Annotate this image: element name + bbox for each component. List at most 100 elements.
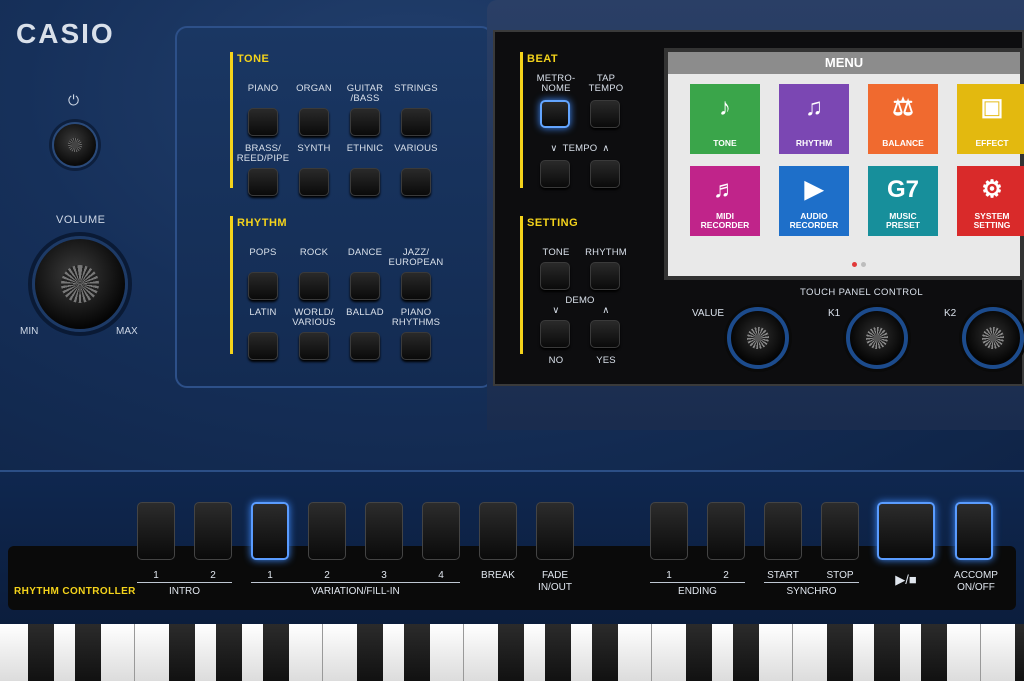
variation-1-label: 1	[267, 570, 273, 581]
tone-button[interactable]	[248, 108, 278, 136]
tone-button-label: STRINGS	[394, 83, 438, 94]
black-key[interactable]	[263, 624, 289, 681]
accomp-label: ACCOMP ON/OFF	[954, 570, 998, 593]
power-button[interactable]	[52, 122, 98, 168]
volume-knob[interactable]	[32, 236, 128, 332]
black-key[interactable]	[874, 624, 900, 681]
variation-3-label: 3	[381, 570, 387, 581]
menu-tile-label: SYSTEM SETTING	[973, 211, 1011, 230]
menu-tile[interactable]: ⚙ SYSTEM SETTING	[957, 166, 1024, 236]
midi-recorder-icon: ♬	[713, 176, 737, 203]
fade-button[interactable]	[536, 502, 574, 560]
rhythm-button[interactable]	[401, 272, 431, 300]
value-knob[interactable]	[727, 307, 789, 369]
metronome-button[interactable]	[540, 100, 570, 128]
black-key[interactable]	[169, 624, 195, 681]
audio-recorder-icon: ▶	[804, 176, 824, 203]
tap-tempo-label: TAP TEMPO	[588, 73, 624, 94]
tempo-down-button[interactable]	[540, 160, 570, 188]
variation-2-button[interactable]	[308, 502, 346, 560]
ending-1-label: 1	[666, 570, 672, 581]
ending-bracket	[650, 582, 745, 583]
black-key[interactable]	[686, 624, 712, 681]
black-key[interactable]	[827, 624, 853, 681]
menu-tile-label: BALANCE	[882, 138, 924, 148]
variation-3-button[interactable]	[365, 502, 403, 560]
intro-1-button[interactable]	[137, 502, 175, 560]
menu-tile[interactable]: G7 MUSIC PRESET	[868, 166, 938, 236]
rhythm-button[interactable]	[401, 332, 431, 360]
volume-label: VOLUME	[56, 214, 106, 226]
music-preset-icon: G7	[886, 176, 919, 203]
variation-4-button[interactable]	[422, 502, 460, 560]
tone-button[interactable]	[401, 108, 431, 136]
menu-tile[interactable]: ▶ AUDIO RECORDER	[779, 166, 849, 236]
black-key[interactable]	[357, 624, 383, 681]
black-key[interactable]	[1015, 624, 1024, 681]
black-key[interactable]	[216, 624, 242, 681]
menu-tile[interactable]: ♬ MIDI RECORDER	[690, 166, 760, 236]
tone-button[interactable]	[401, 168, 431, 196]
drum-icon: ♫	[805, 94, 823, 121]
menu-tile[interactable]: ♪ TONE	[690, 84, 760, 154]
black-key[interactable]	[404, 624, 430, 681]
black-key[interactable]	[28, 624, 54, 681]
tone-button[interactable]	[299, 168, 329, 196]
menu-tile[interactable]: ▣ EFFECT	[957, 84, 1024, 154]
ending-2-button[interactable]	[707, 502, 745, 560]
rhythm-button[interactable]	[350, 272, 380, 300]
setting-tone-button[interactable]	[540, 262, 570, 290]
power-icon: ⏻	[68, 92, 80, 108]
keyboard-keys	[0, 624, 1024, 681]
tone-button[interactable]	[248, 168, 278, 196]
menu-tile-label: TONE	[713, 138, 737, 148]
rhythm-button[interactable]	[248, 332, 278, 360]
synchro-stop-button[interactable]	[821, 502, 859, 560]
tone-button-label: VARIOUS	[394, 143, 438, 154]
menu-tile-label: EFFECT	[975, 138, 1009, 148]
accomp-button[interactable]	[955, 502, 993, 560]
yes-button[interactable]	[590, 320, 620, 348]
setting-group-bar	[520, 216, 523, 354]
tempo-up-button[interactable]	[590, 160, 620, 188]
intro-1-label: 1	[153, 570, 159, 581]
touch-screen: MENU ♪ TONE ♫ RHYTHM ⚖ BALANCE ▣ EFFECT ♬ MIDI RE…	[664, 48, 1024, 280]
black-key[interactable]	[498, 624, 524, 681]
rhythm-button[interactable]	[299, 272, 329, 300]
black-key[interactable]	[921, 624, 947, 681]
variation-4-label: 4	[438, 570, 444, 581]
tone-button[interactable]	[350, 108, 380, 136]
ending-1-button[interactable]	[650, 502, 688, 560]
rhythm-button[interactable]	[350, 332, 380, 360]
black-key[interactable]	[545, 624, 571, 681]
synchro-start-button[interactable]	[764, 502, 802, 560]
menu-tile[interactable]: ♫ RHYTHM	[779, 84, 849, 154]
play-stop-button[interactable]	[877, 502, 935, 560]
play-stop-icon: ▶/■	[895, 572, 917, 587]
yes-label: YES	[596, 355, 616, 366]
intro-2-button[interactable]	[194, 502, 232, 560]
k2-knob[interactable]	[962, 307, 1024, 369]
black-key[interactable]	[75, 624, 101, 681]
setting-rhythm-button[interactable]	[590, 262, 620, 290]
setting-rhythm-label: RHYTHM	[585, 247, 627, 258]
black-key[interactable]	[733, 624, 759, 681]
tone-title: TONE	[237, 53, 270, 65]
menu-tile[interactable]: ⚖ BALANCE	[868, 84, 938, 154]
rhythm-button[interactable]	[299, 332, 329, 360]
balance-icon: ⚖	[892, 94, 914, 121]
tempo-up-arrow: ∧	[602, 143, 610, 154]
effect-icon: ▣	[980, 94, 1004, 121]
tone-button[interactable]	[299, 108, 329, 136]
gear-icon: ⚙	[981, 176, 1003, 203]
black-key[interactable]	[592, 624, 618, 681]
tap-tempo-button[interactable]	[590, 100, 620, 128]
rhythm-group-bar	[230, 216, 233, 354]
tone-button[interactable]	[350, 168, 380, 196]
break-button[interactable]	[479, 502, 517, 560]
variation-1-button[interactable]	[251, 502, 289, 560]
no-button[interactable]	[540, 320, 570, 348]
rhythm-button[interactable]	[248, 272, 278, 300]
k1-knob[interactable]	[846, 307, 908, 369]
intro-bracket	[137, 582, 232, 583]
